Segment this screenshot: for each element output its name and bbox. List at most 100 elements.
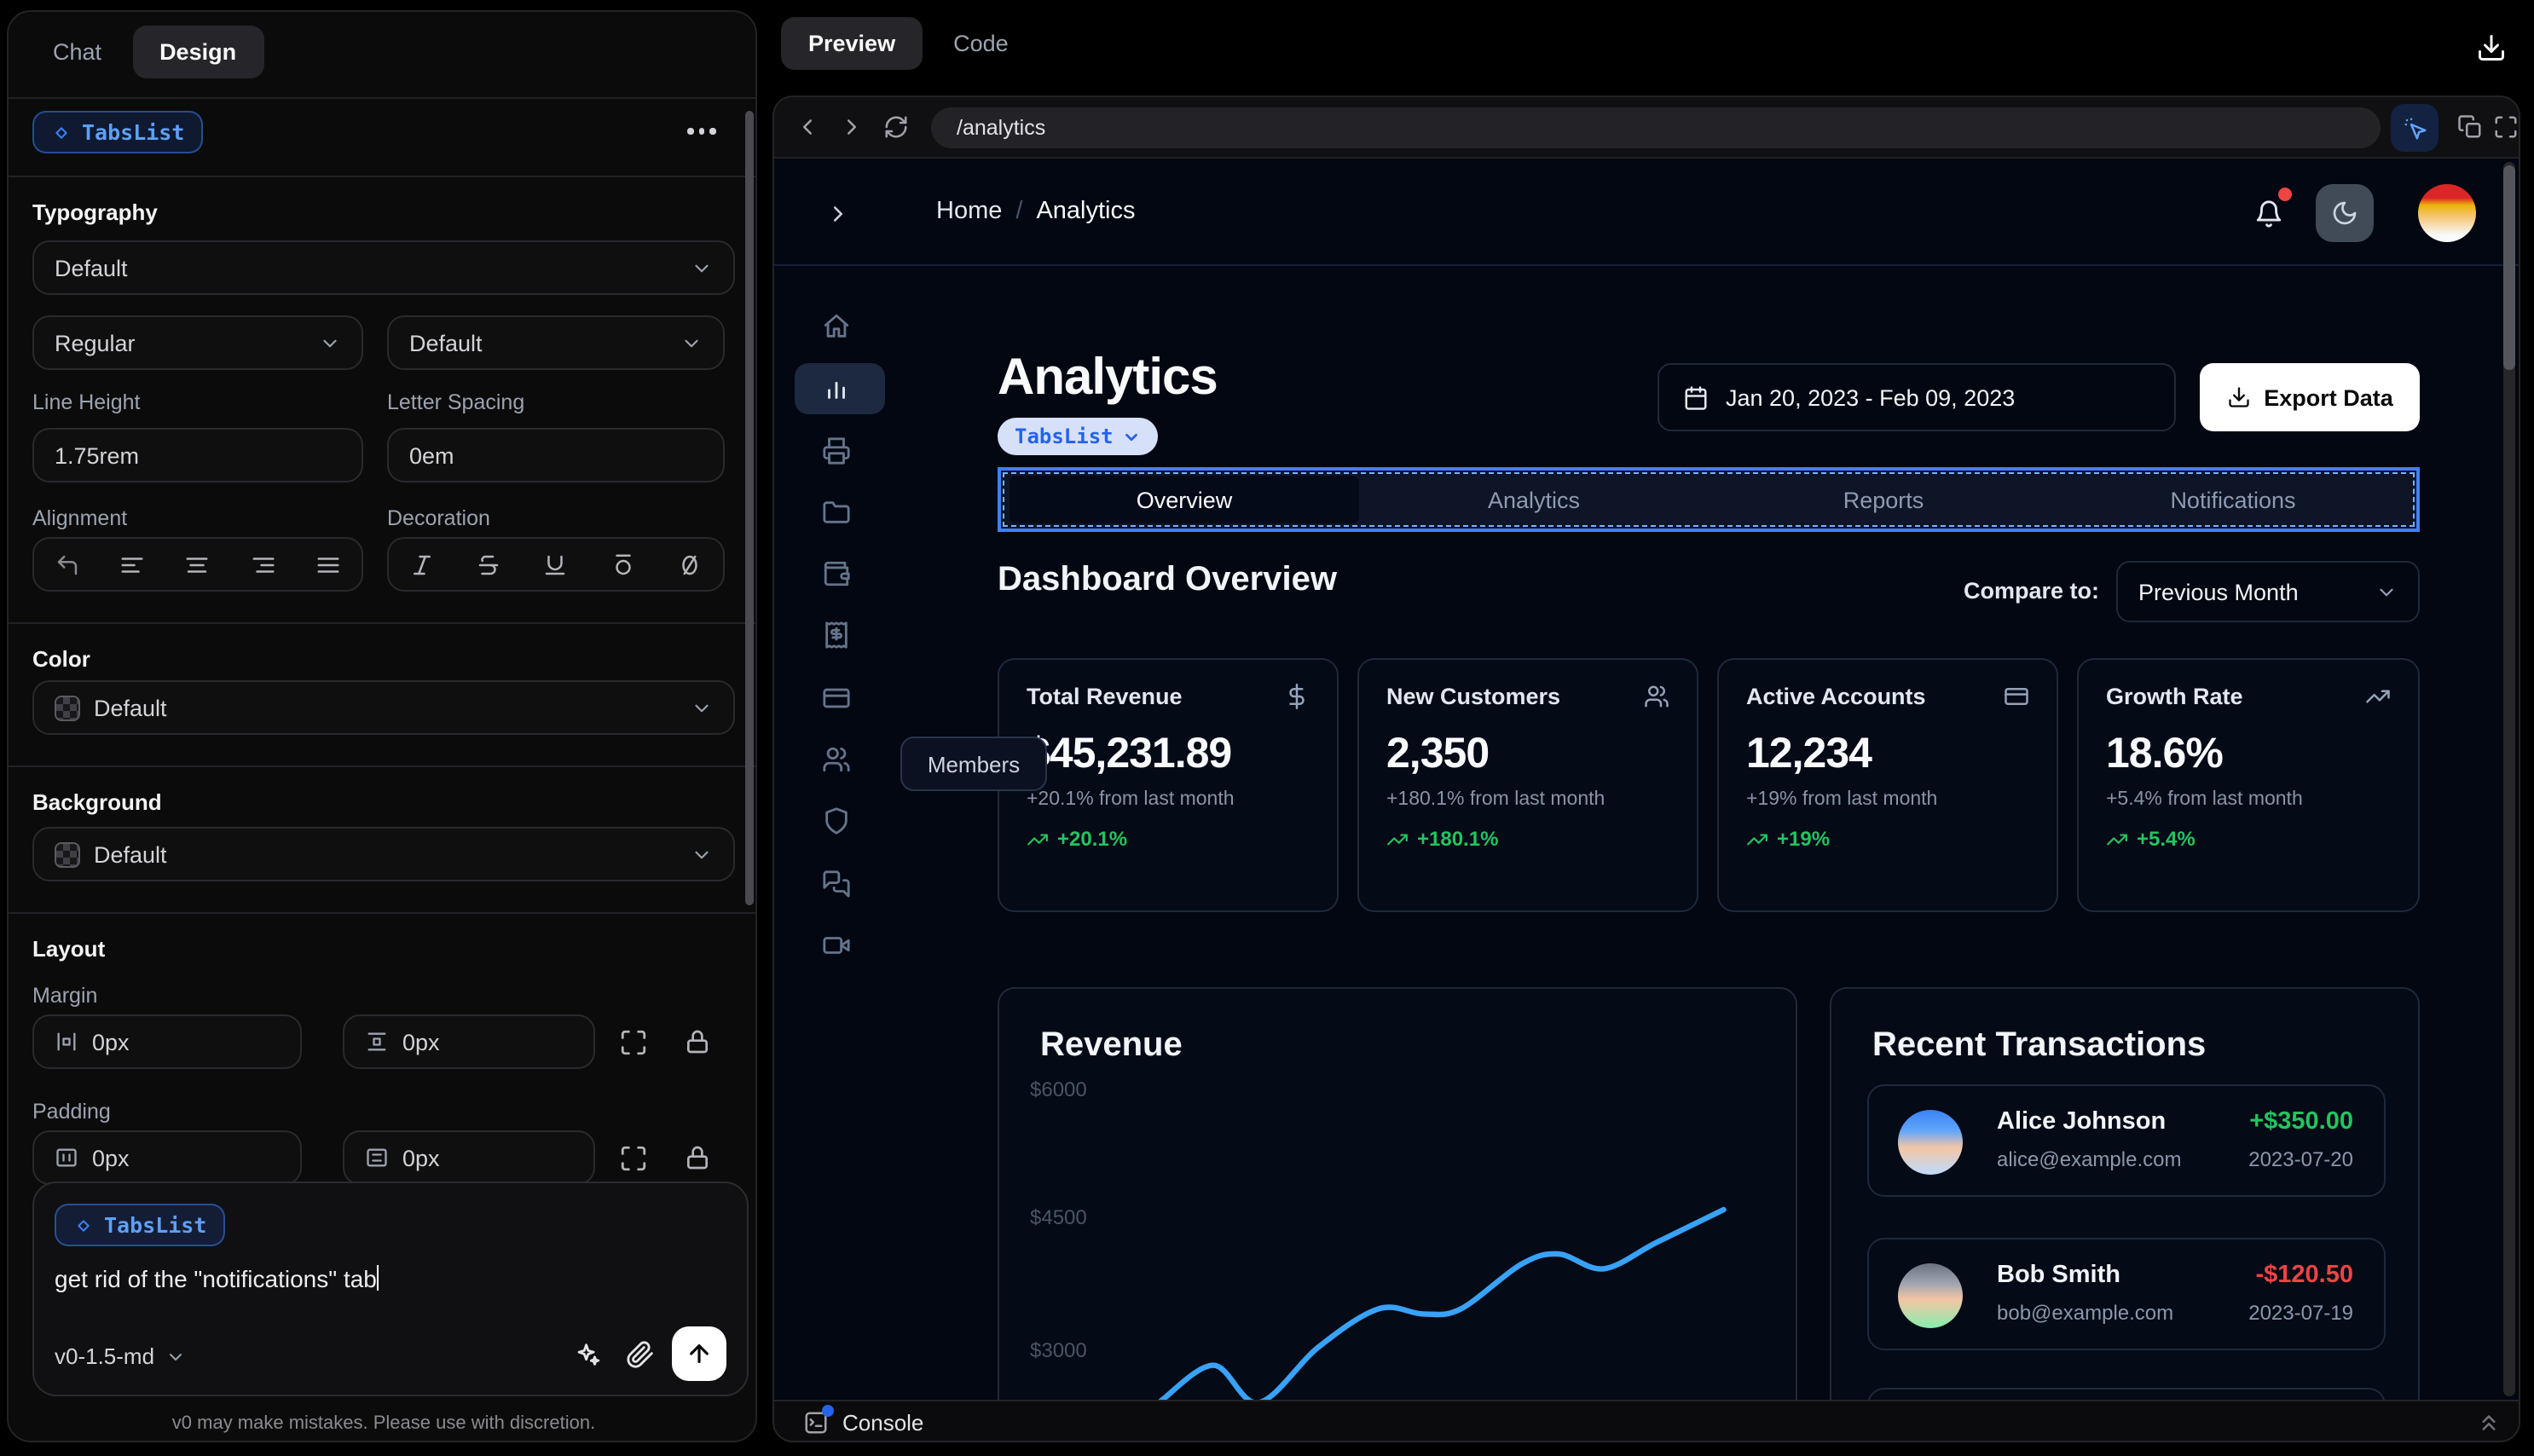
diamond-icon xyxy=(55,126,67,138)
rail-home-icon[interactable] xyxy=(822,312,851,341)
prompt-input[interactable]: get rid of the "notifications" tab xyxy=(55,1265,379,1292)
align-right-icon[interactable] xyxy=(251,552,276,577)
paperclip-icon[interactable] xyxy=(626,1340,655,1369)
font-weight-value: Regular xyxy=(55,330,136,355)
letter-spacing-input[interactable]: 0em xyxy=(387,428,725,482)
align-center-icon[interactable] xyxy=(185,552,211,577)
font-select[interactable]: Default xyxy=(32,240,735,295)
transaction-row[interactable]: Bob Smith bob@example.com -$120.50 2023-… xyxy=(1867,1238,2386,1350)
preview-scrollbar-thumb[interactable] xyxy=(2503,165,2515,370)
send-button[interactable] xyxy=(672,1326,726,1381)
inspected-element-chip[interactable]: TabsList xyxy=(998,418,1158,455)
stat-card: New Customers 2,350 +180.1% from last mo… xyxy=(1357,658,1698,912)
margin-lock-icon[interactable] xyxy=(684,1028,711,1055)
nav-back-icon[interactable] xyxy=(795,114,820,140)
rail-messages-icon[interactable] xyxy=(822,870,851,898)
breadcrumb: Home / Analytics xyxy=(936,198,1136,225)
line-height-input[interactable]: 1.75rem xyxy=(32,428,363,482)
copy-icon[interactable] xyxy=(2457,114,2483,140)
notification-dot xyxy=(2278,188,2292,201)
rail-members-icon[interactable] xyxy=(822,745,851,774)
chevrons-up-icon[interactable] xyxy=(2476,1410,2502,1436)
export-data-button[interactable]: Export Data xyxy=(2200,363,2420,431)
design-panel: Chat Design TabsList Typography Default … xyxy=(7,10,757,1442)
refresh-icon[interactable] xyxy=(883,114,909,140)
sparkles-icon[interactable] xyxy=(573,1340,602,1369)
address-bar[interactable]: /analytics xyxy=(931,107,2381,148)
inspect-button[interactable] xyxy=(2391,104,2439,152)
tab-reports[interactable]: Reports xyxy=(1709,487,2058,512)
preview-scrollbar-track[interactable] xyxy=(2503,162,2515,1396)
no-decoration-icon[interactable] xyxy=(677,552,703,577)
rail-wallet-icon[interactable] xyxy=(822,559,851,588)
date-range-button[interactable]: Jan 20, 2023 - Feb 09, 2023 xyxy=(1658,363,2176,431)
stat-value: 2,350 xyxy=(1386,730,1490,777)
background-select[interactable]: Default xyxy=(32,827,735,881)
letter-spacing-value: 0em xyxy=(409,442,454,468)
stat-value: 12,234 xyxy=(1746,730,1872,777)
tab-code[interactable]: Code xyxy=(936,17,1026,70)
undo-icon[interactable] xyxy=(54,552,79,577)
tab-chat[interactable]: Chat xyxy=(32,26,122,78)
selected-component-chip[interactable]: TabsList xyxy=(32,111,204,153)
line-height-label: Line Height xyxy=(32,390,141,414)
revenue-line xyxy=(1158,1206,1727,1400)
overline-icon[interactable] xyxy=(610,552,635,577)
padding-y-value: 0px xyxy=(402,1145,440,1170)
moon-icon xyxy=(2333,201,2357,225)
tab-overview[interactable]: Overview xyxy=(1010,476,1359,523)
model-select[interactable]: v0-1.5-md xyxy=(55,1343,185,1369)
sidebar-toggle-icon[interactable] xyxy=(825,201,851,227)
transaction-email: alice@example.com xyxy=(1997,1147,2182,1171)
avatar[interactable] xyxy=(2418,184,2476,242)
tab-notifications[interactable]: Notifications xyxy=(2058,487,2408,512)
margin-x-input[interactable]: 0px xyxy=(32,1014,302,1069)
download-icon[interactable] xyxy=(2476,32,2507,63)
theme-toggle-button[interactable] xyxy=(2316,184,2374,242)
section-heading: Dashboard Overview xyxy=(998,561,1337,598)
rail-folder-icon[interactable] xyxy=(822,498,851,527)
font-weight-select[interactable]: Regular xyxy=(32,315,363,370)
font-size-select[interactable]: Default xyxy=(387,315,725,370)
nav-forward-icon[interactable] xyxy=(839,114,865,140)
breadcrumb-home[interactable]: Home xyxy=(936,198,1002,225)
padding-expand-icon[interactable] xyxy=(619,1144,648,1173)
alignment-label: Alignment xyxy=(32,506,128,530)
align-justify-icon[interactable] xyxy=(316,552,342,577)
italic-icon[interactable] xyxy=(409,552,435,577)
console-bar[interactable]: Console xyxy=(774,1400,2519,1441)
stat-card: Growth Rate 18.6% +5.4% from last month … xyxy=(2077,658,2420,912)
rail-printer-icon[interactable] xyxy=(822,436,851,465)
tab-design[interactable]: Design xyxy=(132,26,264,78)
bell-icon[interactable] xyxy=(2254,199,2283,228)
stat-badge-value: +20.1% xyxy=(1057,827,1128,851)
padding-y-input[interactable]: 0px xyxy=(343,1130,595,1185)
fullscreen-icon[interactable] xyxy=(2493,114,2519,140)
margin-vertical-icon xyxy=(367,1032,386,1051)
prompt-composer[interactable]: TabsList get rid of the "notifications" … xyxy=(32,1182,749,1396)
margin-y-input[interactable]: 0px xyxy=(343,1014,595,1069)
underline-icon[interactable] xyxy=(543,552,569,577)
strikethrough-icon[interactable] xyxy=(477,552,502,577)
transaction-row[interactable]: Alice Johnson alice@example.com +$350.00… xyxy=(1867,1084,2386,1197)
compare-select[interactable]: Previous Month xyxy=(2116,561,2420,622)
padding-lock-icon[interactable] xyxy=(684,1144,711,1171)
tab-analytics[interactable]: Analytics xyxy=(1359,487,1709,512)
stat-title: Growth Rate xyxy=(2106,684,2243,709)
panel-scrollbar[interactable] xyxy=(745,111,754,905)
composer-component-chip[interactable]: TabsList xyxy=(55,1204,226,1246)
rail-receipt-icon[interactable] xyxy=(822,621,851,650)
margin-expand-icon[interactable] xyxy=(619,1028,648,1057)
rail-analytics-icon[interactable] xyxy=(822,373,851,402)
transaction-row[interactable] xyxy=(1867,1388,2386,1400)
padding-horizontal-icon xyxy=(56,1148,77,1167)
select-cursor-icon xyxy=(2404,117,2426,139)
padding-x-input[interactable]: 0px xyxy=(32,1130,302,1185)
align-left-icon[interactable] xyxy=(119,552,145,577)
tab-preview[interactable]: Preview xyxy=(781,17,923,70)
rail-security-icon[interactable] xyxy=(822,806,851,835)
color-select[interactable]: Default xyxy=(32,680,735,735)
ellipsis-menu-icon[interactable] xyxy=(687,128,715,134)
rail-video-icon[interactable] xyxy=(822,931,851,960)
rail-credit-card-icon[interactable] xyxy=(822,684,851,713)
